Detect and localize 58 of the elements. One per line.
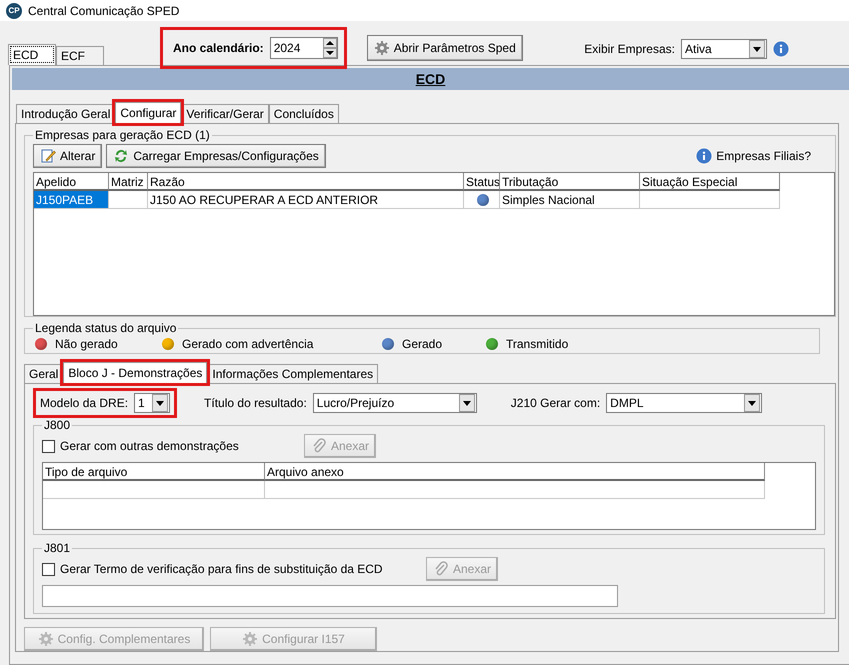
- tab[interactable]: Verificar/Gerar: [181, 104, 269, 123]
- edit-icon: [40, 148, 56, 164]
- legend-label: Não gerado: [55, 337, 118, 351]
- gear-icon: [242, 631, 258, 647]
- refresh-icon: [113, 148, 130, 164]
- group-title: Empresas para geração ECD (1): [34, 128, 211, 142]
- tab[interactable]: ECD: [8, 44, 56, 65]
- year-spinner[interactable]: 2024: [270, 36, 338, 58]
- dropdown[interactable]: DMPL: [606, 393, 762, 413]
- paperclip-icon: [311, 438, 327, 454]
- section-title: ECD: [416, 71, 446, 87]
- info-icon[interactable]: [696, 148, 712, 164]
- gear-icon: [374, 40, 390, 56]
- edit-button[interactable]: Alterar: [33, 144, 102, 168]
- info-icon[interactable]: [773, 41, 789, 57]
- table-cell: J150PAEB: [34, 191, 109, 209]
- window-title: Central Comunicação SPED: [28, 4, 180, 18]
- show-companies-label: Exibir Empresas:: [584, 42, 675, 56]
- column-header[interactable]: Tipo de arquivo: [43, 463, 265, 481]
- group-title: J800: [43, 418, 72, 432]
- option-label: Título do resultado:: [204, 396, 307, 410]
- tab[interactable]: Informações Complementares: [207, 364, 378, 383]
- dropdown[interactable]: 1: [134, 393, 170, 413]
- column-header[interactable]: Matriz: [109, 173, 148, 191]
- legend-label: Gerado com advertência: [182, 337, 314, 351]
- dropdown[interactable]: Ativa: [681, 39, 767, 59]
- tab[interactable]: Bloco J - Demonstrações: [63, 362, 208, 383]
- tab[interactable]: ECF: [56, 46, 104, 65]
- group-title: Legenda status do arquivo: [34, 321, 178, 335]
- table-cell: Simples Nacional: [500, 191, 640, 209]
- column-header[interactable]: Apelido: [34, 173, 109, 191]
- tab[interactable]: Concluídos: [268, 104, 339, 123]
- group-title: J801: [43, 541, 72, 555]
- checkbox[interactable]: [42, 440, 55, 452]
- legend-label: Gerado: [402, 337, 442, 351]
- column-header[interactable]: Situação Especial: [640, 173, 780, 191]
- input-field[interactable]: [42, 585, 618, 607]
- column-header[interactable]: Arquivo anexo: [265, 463, 765, 481]
- option-label: Modelo da DRE:: [40, 396, 128, 410]
- year-label: Ano calendário:: [173, 40, 264, 54]
- table-cell: [109, 191, 148, 209]
- reload-button[interactable]: Carregar Empresas/Configurações: [106, 144, 326, 168]
- column-header[interactable]: Tributação: [500, 173, 640, 191]
- option-label: J210 Gerar com:: [510, 396, 600, 410]
- legend-label: Transmitido: [506, 337, 568, 351]
- dropdown[interactable]: Lucro/Prejuízo: [312, 393, 477, 413]
- gear-icon: [38, 631, 54, 647]
- tab[interactable]: Configurar: [115, 102, 182, 123]
- checkbox-label: Gerar com outras demonstrações: [60, 439, 239, 453]
- column-header[interactable]: Razão: [148, 173, 464, 191]
- open-parameters-button[interactable]: Abrir Parâmetros Sped: [366, 35, 523, 61]
- spinner-arrows-icon[interactable]: [322, 38, 337, 58]
- app-logo: CP: [6, 2, 22, 18]
- branch-companies-link[interactable]: Empresas Filiais?: [716, 149, 811, 163]
- table-cell: J150 AO RECUPERAR A ECD ANTERIOR: [148, 191, 464, 209]
- checkbox[interactable]: [42, 562, 55, 576]
- checkbox-label: Gerar Termo de verificação para fins de substituição da ECD: [60, 562, 383, 576]
- paperclip-icon: [433, 561, 449, 577]
